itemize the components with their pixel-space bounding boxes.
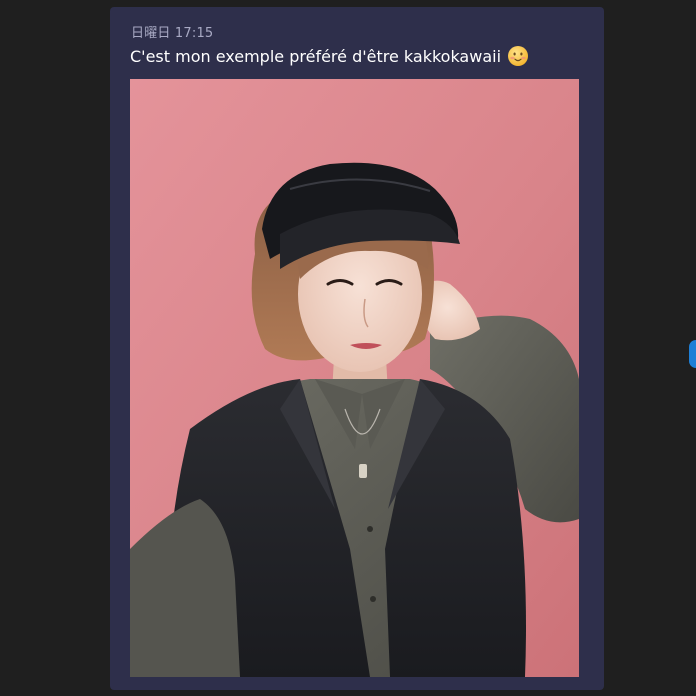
message-text: C'est mon exemple préféré d'être kakkoka… — [130, 46, 502, 66]
photo-illustration — [130, 79, 579, 677]
message-body: C'est mon exemple préféré d'être kakkoka… — [130, 45, 529, 67]
chat-view: 日曜日 17:15 C'est mon exemple préféré d'êt… — [0, 0, 696, 696]
message-card[interactable]: 日曜日 17:15 C'est mon exemple préféré d'êt… — [110, 7, 604, 690]
attached-photo[interactable] — [130, 79, 579, 677]
message-timestamp: 日曜日 17:15 — [131, 26, 214, 41]
side-scroll-indicator[interactable] — [689, 340, 696, 368]
smiling-face-icon — [507, 45, 529, 67]
